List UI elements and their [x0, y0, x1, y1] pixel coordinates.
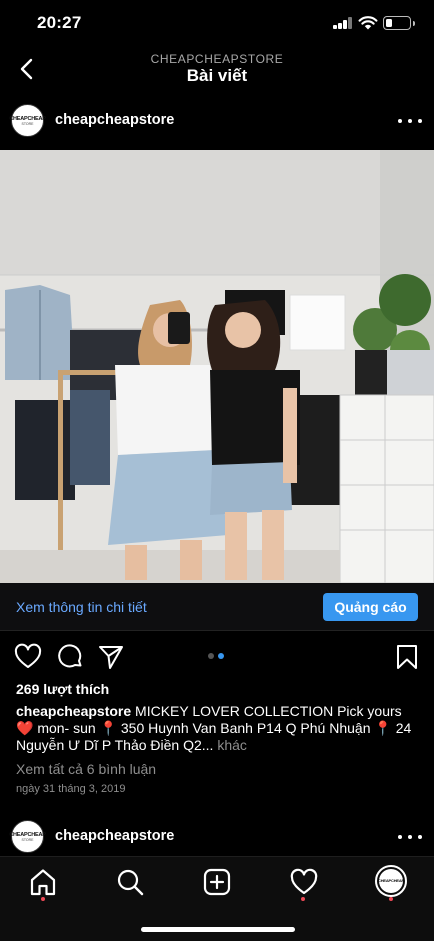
status-time: 20:27: [37, 13, 82, 32]
avatar-logo-text: CHEAPCHEAP: [378, 877, 405, 883]
post-header: CHEAPCHEAP STORE cheapcheapstore: [0, 94, 434, 150]
view-details-link[interactable]: Xem thông tin chi tiết: [16, 599, 147, 615]
status-bar: 20:27: [0, 0, 434, 46]
avatar[interactable]: CHEAPCHEAP STORE: [9, 820, 46, 853]
view-comments-link[interactable]: Xem tất cả 6 bình luận: [16, 761, 156, 777]
post-date: ngày 31 tháng 3, 2019: [16, 783, 126, 795]
post-username[interactable]: cheapcheapstore: [55, 112, 174, 128]
save-button[interactable]: [393, 643, 421, 671]
nav-header: CHEAPCHEAPSTORE Bài viết: [0, 46, 434, 94]
like-button[interactable]: [14, 643, 42, 671]
heart-icon: [290, 868, 318, 895]
post-photo[interactable]: [0, 150, 434, 583]
next-post-username[interactable]: cheapcheapstore: [55, 828, 174, 844]
home-icon: [30, 869, 56, 896]
more-options-button[interactable]: [398, 828, 422, 846]
battery-icon: [383, 16, 415, 30]
avatar-logo-subtext: STORE: [21, 837, 34, 842]
carousel-dot: [208, 653, 214, 659]
cta-bar: Xem thông tin chi tiết Quảng cáo: [0, 583, 434, 631]
post-actions: [0, 640, 434, 672]
post-caption: cheapcheapstore MICKEY LOVER COLLECTION …: [16, 703, 421, 754]
more-horizontal-icon: [398, 835, 402, 839]
carousel-dot-active: [218, 653, 224, 659]
like-count[interactable]: 269 lượt thích: [16, 681, 109, 697]
page-subtitle: CHEAPCHEAPSTORE: [150, 52, 284, 66]
sponsored-button[interactable]: Quảng cáo: [323, 593, 418, 621]
avatar-logo-subtext: STORE: [21, 121, 34, 126]
tab-profile[interactable]: CHEAPCHEAP: [375, 865, 407, 897]
comment-icon: [58, 644, 82, 668]
bookmark-icon: [397, 645, 417, 669]
caption-username[interactable]: cheapcheapstore: [16, 703, 131, 719]
profile-notification-dot: [389, 897, 393, 901]
home-indicator: [141, 927, 295, 932]
next-post-header: CHEAPCHEAP STORE cheapcheapstore: [0, 810, 434, 856]
tab-home[interactable]: [28, 867, 58, 897]
profile-avatar: CHEAPCHEAP: [378, 869, 405, 893]
caption-more-link[interactable]: khác: [213, 737, 247, 753]
avatar[interactable]: CHEAPCHEAP STORE: [9, 104, 46, 137]
tab-search[interactable]: [115, 867, 145, 897]
send-icon: [99, 646, 123, 669]
home-notification-dot: [41, 897, 45, 901]
activity-notification-dot: [301, 897, 305, 901]
more-horizontal-icon: [398, 119, 402, 123]
share-button[interactable]: [97, 643, 125, 671]
wifi-icon: [358, 16, 378, 30]
heart-icon: [14, 643, 42, 668]
cellular-signal-icon: [333, 17, 353, 29]
tab-new-post[interactable]: [202, 867, 232, 897]
more-options-button[interactable]: [398, 112, 422, 130]
comment-button[interactable]: [56, 643, 84, 671]
page-title: Bài viết: [186, 66, 248, 85]
carousel-indicator: [208, 653, 228, 659]
tab-activity[interactable]: [289, 867, 319, 897]
